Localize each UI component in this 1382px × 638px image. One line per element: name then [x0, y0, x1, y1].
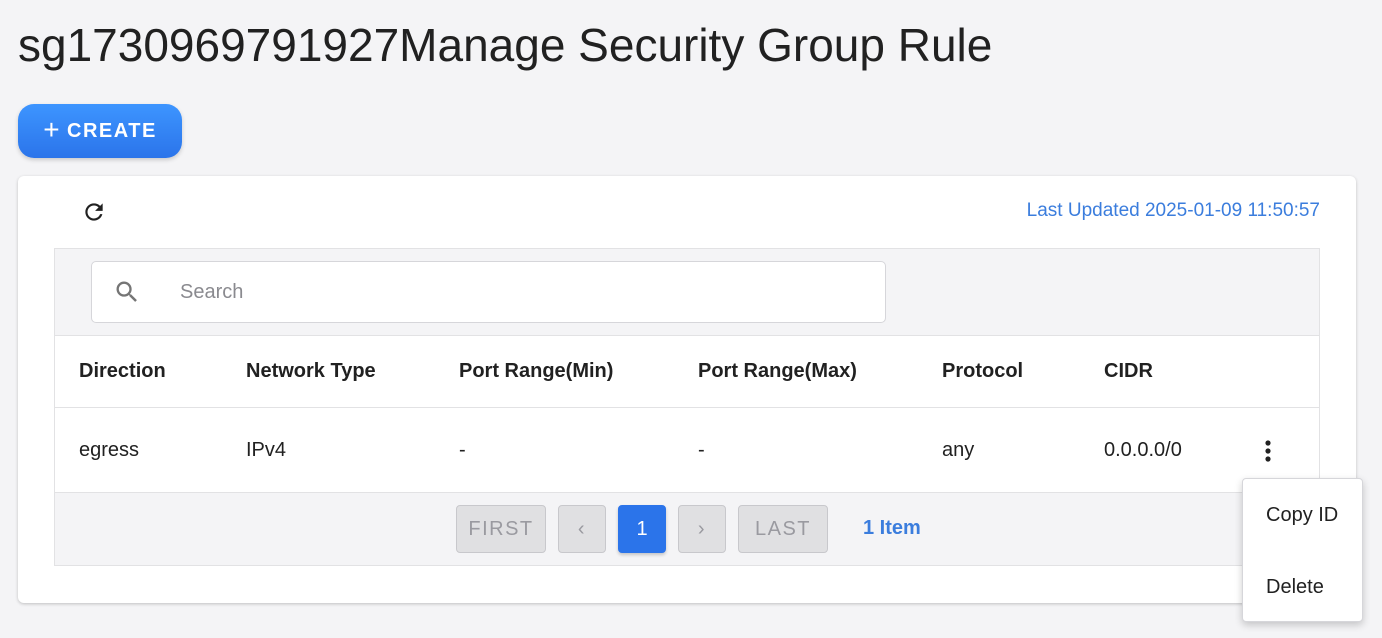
last-updated-text: Last Updated 2025-01-09 11:50:57 [1026, 200, 1320, 221]
cell-direction: egress [79, 439, 140, 461]
prev-page-button[interactable]: ‹ [558, 505, 606, 553]
create-button-label: CREATE [67, 119, 157, 142]
table-header: Direction Network Type Port Range(Min) P… [55, 336, 1319, 408]
search-bar [55, 249, 1319, 336]
cell-port-range-max: - [698, 439, 705, 461]
search-icon [112, 277, 142, 307]
cell-port-range-min: - [459, 439, 466, 461]
table-row: egress IPv4 - - any 0.0.0.0/0 [55, 408, 1319, 493]
column-header-direction[interactable]: Direction [79, 360, 166, 383]
column-header-protocol[interactable]: Protocol [942, 360, 1023, 383]
plus-icon: + [43, 114, 62, 145]
item-count: 1 Item [863, 517, 921, 539]
last-page-button[interactable]: LAST [738, 505, 828, 553]
more-vertical-icon [1265, 440, 1271, 462]
column-header-cidr[interactable]: CIDR [1104, 360, 1153, 383]
search-box [91, 261, 886, 323]
column-header-port-range-min[interactable]: Port Range(Min) [459, 360, 613, 383]
refresh-icon [85, 203, 103, 221]
column-header-port-range-max[interactable]: Port Range(Max) [698, 360, 857, 383]
cell-protocol: any [942, 439, 975, 461]
create-button[interactable]: + CREATE [18, 104, 182, 158]
row-actions-button[interactable] [1253, 436, 1283, 466]
search-input[interactable] [180, 280, 820, 304]
menu-item-copy-id[interactable]: Copy ID [1243, 485, 1362, 545]
cell-cidr: 0.0.0.0/0 [1104, 439, 1182, 461]
cell-network-type: IPv4 [246, 439, 287, 461]
menu-item-delete[interactable]: Delete [1243, 557, 1362, 617]
page-title: sg1730969791927Manage Security Group Rul… [18, 19, 993, 71]
first-page-button[interactable]: FIRST [456, 505, 546, 553]
row-context-menu: Copy ID Delete [1242, 478, 1363, 622]
refresh-button[interactable] [78, 196, 110, 228]
rules-table: Direction Network Type Port Range(Min) P… [54, 248, 1320, 566]
next-page-button[interactable]: › [678, 505, 726, 553]
rules-card: Last Updated 2025-01-09 11:50:57 Directi… [18, 176, 1356, 603]
pagination: FIRST ‹ 1 › LAST 1 Item [55, 493, 1319, 565]
column-header-network-type[interactable]: Network Type [246, 360, 376, 383]
page-button-current[interactable]: 1 [618, 505, 666, 553]
